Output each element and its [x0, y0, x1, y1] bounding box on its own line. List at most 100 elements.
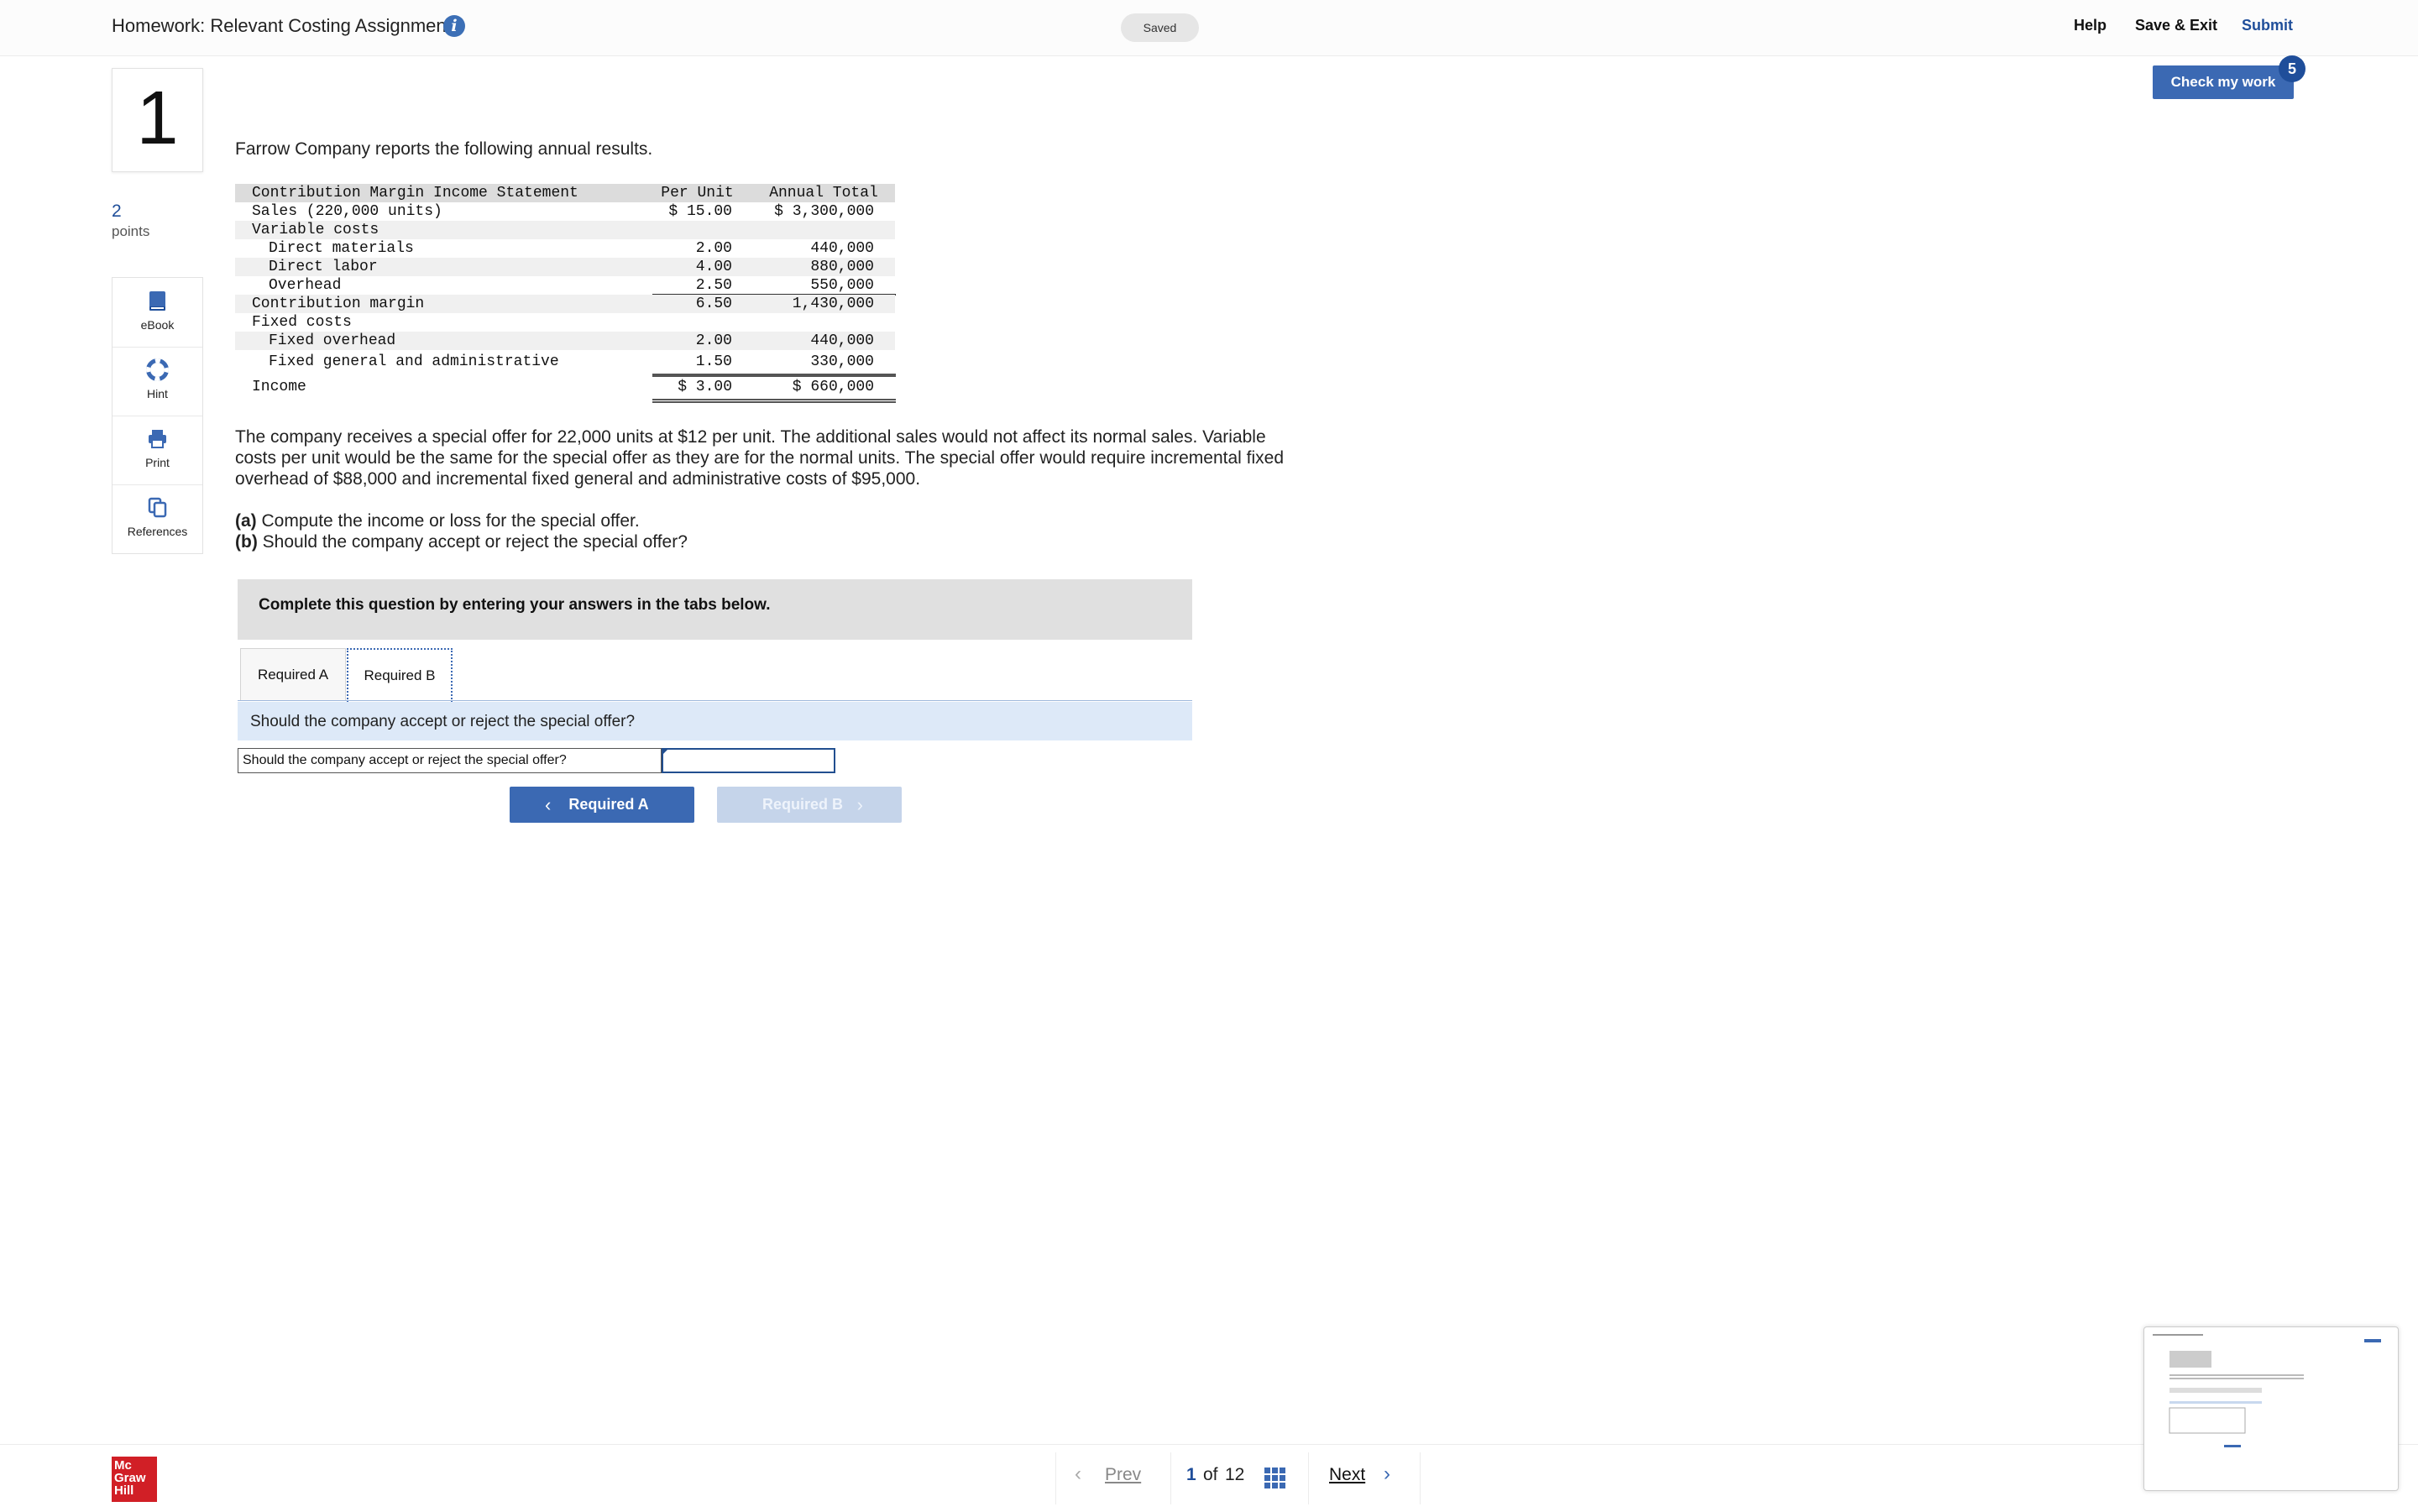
- table-row: Direct labor 4.00 880,000: [235, 258, 895, 276]
- next-required-button[interactable]: Required B ›: [717, 787, 902, 823]
- row-label: Overhead: [269, 277, 342, 294]
- accept-reject-input[interactable]: [662, 748, 835, 773]
- table-header-annual-total: Annual Total: [769, 185, 878, 201]
- points-value: 2: [112, 201, 122, 221]
- row-per-unit: 2.00: [695, 240, 732, 257]
- tab-required-b[interactable]: Required B: [347, 648, 453, 702]
- tool-label: Print: [145, 456, 170, 469]
- next-page-link[interactable]: Next: [1329, 1465, 1365, 1485]
- tool-label: References: [127, 525, 188, 538]
- table-header-label: Contribution Margin Income Statement: [252, 185, 578, 201]
- total-double-underline: [652, 399, 896, 403]
- chevron-right-icon: ›: [856, 794, 863, 815]
- question-paragraph: The company receives a special offer for…: [235, 427, 1284, 489]
- chevron-right-icon: ›: [1384, 1462, 1390, 1485]
- instruction-text: Complete this question by entering your …: [259, 596, 771, 614]
- row-annual-total: 880,000: [810, 259, 874, 275]
- chevron-left-icon: ‹: [545, 794, 552, 815]
- question-intro: Farrow Company reports the following ann…: [235, 139, 653, 159]
- printer-icon: [149, 430, 166, 448]
- grid-icon[interactable]: [1264, 1468, 1285, 1488]
- income-statement-table: Contribution Margin Income Statement Per…: [235, 184, 896, 403]
- question-prompt-row: Should the company accept or reject the …: [238, 702, 1192, 740]
- pager-divider: [1170, 1452, 1171, 1504]
- row-label: Fixed general and administrative: [269, 353, 559, 370]
- part-a-tag: (a): [235, 511, 257, 531]
- row-label: Contribution margin: [252, 296, 425, 312]
- part-a-text: Compute the income or loss for the speci…: [256, 511, 640, 531]
- part-b: (b) Should the company accept or reject …: [235, 531, 688, 552]
- assignment-title: Homework: Relevant Costing Assignment: [112, 15, 452, 36]
- table-row: Overhead 2.50 550,000: [235, 276, 896, 296]
- row-label: Variable costs: [252, 222, 379, 238]
- row-per-unit: 2.00: [695, 332, 732, 349]
- info-icon[interactable]: i: [443, 15, 465, 37]
- lifebuoy-icon: [146, 358, 169, 381]
- hint-button[interactable]: Hint: [113, 347, 202, 416]
- next-required-label: Required B: [762, 796, 843, 813]
- row-annual-total: 1,430,000: [792, 296, 874, 312]
- table-row: Contribution margin 6.50 1,430,000: [235, 295, 895, 313]
- row-label: Direct labor: [269, 259, 378, 275]
- row-label: Fixed costs: [252, 314, 352, 331]
- check-attempts-badge: 5: [2279, 55, 2305, 82]
- row-annual-total: $ 660,000: [792, 379, 874, 395]
- row-label: Direct materials: [269, 240, 414, 257]
- prev-required-label: Required A: [568, 796, 649, 813]
- row-annual-total: 550,000: [810, 277, 874, 294]
- check-my-work-button[interactable]: Check my work: [2153, 65, 2294, 99]
- part-b-tag: (b): [235, 532, 258, 552]
- question-number-box: 1: [112, 68, 203, 172]
- submit-link[interactable]: Submit: [2242, 17, 2293, 34]
- table-row: Fixed general and administrative 1.50 33…: [235, 350, 895, 374]
- logo-line: Hill: [114, 1483, 134, 1498]
- row-label: Sales (220,000 units): [252, 203, 442, 220]
- table-row: Variable costs: [235, 221, 895, 239]
- table-header-row: Contribution Margin Income Statement Per…: [235, 184, 895, 202]
- book-icon: [149, 291, 165, 311]
- question-prompt: Should the company accept or reject the …: [250, 713, 636, 730]
- saved-status-badge: Saved: [1121, 13, 1199, 42]
- part-a: (a) Compute the income or loss for the s…: [235, 510, 688, 531]
- row-annual-total: $ 3,300,000: [774, 203, 874, 220]
- row-per-unit: 1.50: [695, 353, 732, 370]
- tool-label: Hint: [147, 387, 168, 400]
- references-button[interactable]: References: [113, 484, 202, 553]
- input-corner-marker: [662, 749, 668, 755]
- thumbnail-image: [2148, 1331, 2394, 1487]
- current-page: 1: [1186, 1465, 1196, 1484]
- tools-panel: eBook Hint Print References: [112, 277, 203, 554]
- page-thumbnail-preview[interactable]: [2143, 1326, 2399, 1491]
- row-per-unit: $ 3.00: [678, 379, 732, 395]
- pager-divider: [1308, 1452, 1309, 1504]
- part-b-text: Should the company accept or reject the …: [257, 532, 688, 552]
- question-number: 1: [136, 76, 179, 160]
- mcgraw-hill-logo: Mc Graw Hill: [112, 1457, 157, 1502]
- tool-label: eBook: [140, 318, 175, 332]
- total-pages: 12: [1225, 1465, 1245, 1484]
- table-row: Fixed costs: [235, 313, 895, 332]
- copy-icon: [148, 497, 167, 518]
- points-label: points: [112, 223, 150, 239]
- prev-page-link[interactable]: Prev: [1105, 1465, 1141, 1485]
- print-button[interactable]: Print: [113, 416, 202, 485]
- table-row: Direct materials 2.00 440,000: [235, 239, 895, 258]
- row-per-unit: 6.50: [695, 296, 732, 312]
- save-exit-link[interactable]: Save & Exit: [2135, 17, 2217, 34]
- ebook-button[interactable]: eBook: [113, 278, 202, 348]
- logo-line: Mc: [114, 1458, 132, 1473]
- row-per-unit: $ 15.00: [668, 203, 732, 220]
- next-page-label: Next: [1329, 1465, 1366, 1484]
- tab-required-a[interactable]: Required A: [240, 648, 346, 701]
- table-row: Fixed overhead 2.00 440,000: [235, 332, 895, 350]
- row-label: Fixed overhead: [269, 332, 396, 349]
- row-annual-total: 440,000: [810, 240, 874, 257]
- row-label: Income: [252, 379, 306, 395]
- prev-required-button[interactable]: ‹ Required A: [510, 787, 694, 823]
- table-row: Sales (220,000 units) $ 15.00 $ 3,300,00…: [235, 202, 895, 221]
- help-link[interactable]: Help: [2074, 17, 2107, 34]
- page-of: of: [1203, 1465, 1218, 1484]
- instruction-box: Complete this question by entering your …: [238, 579, 1192, 640]
- row-annual-total: 330,000: [810, 353, 874, 370]
- answer-field-label: Should the company accept or reject the …: [238, 748, 662, 773]
